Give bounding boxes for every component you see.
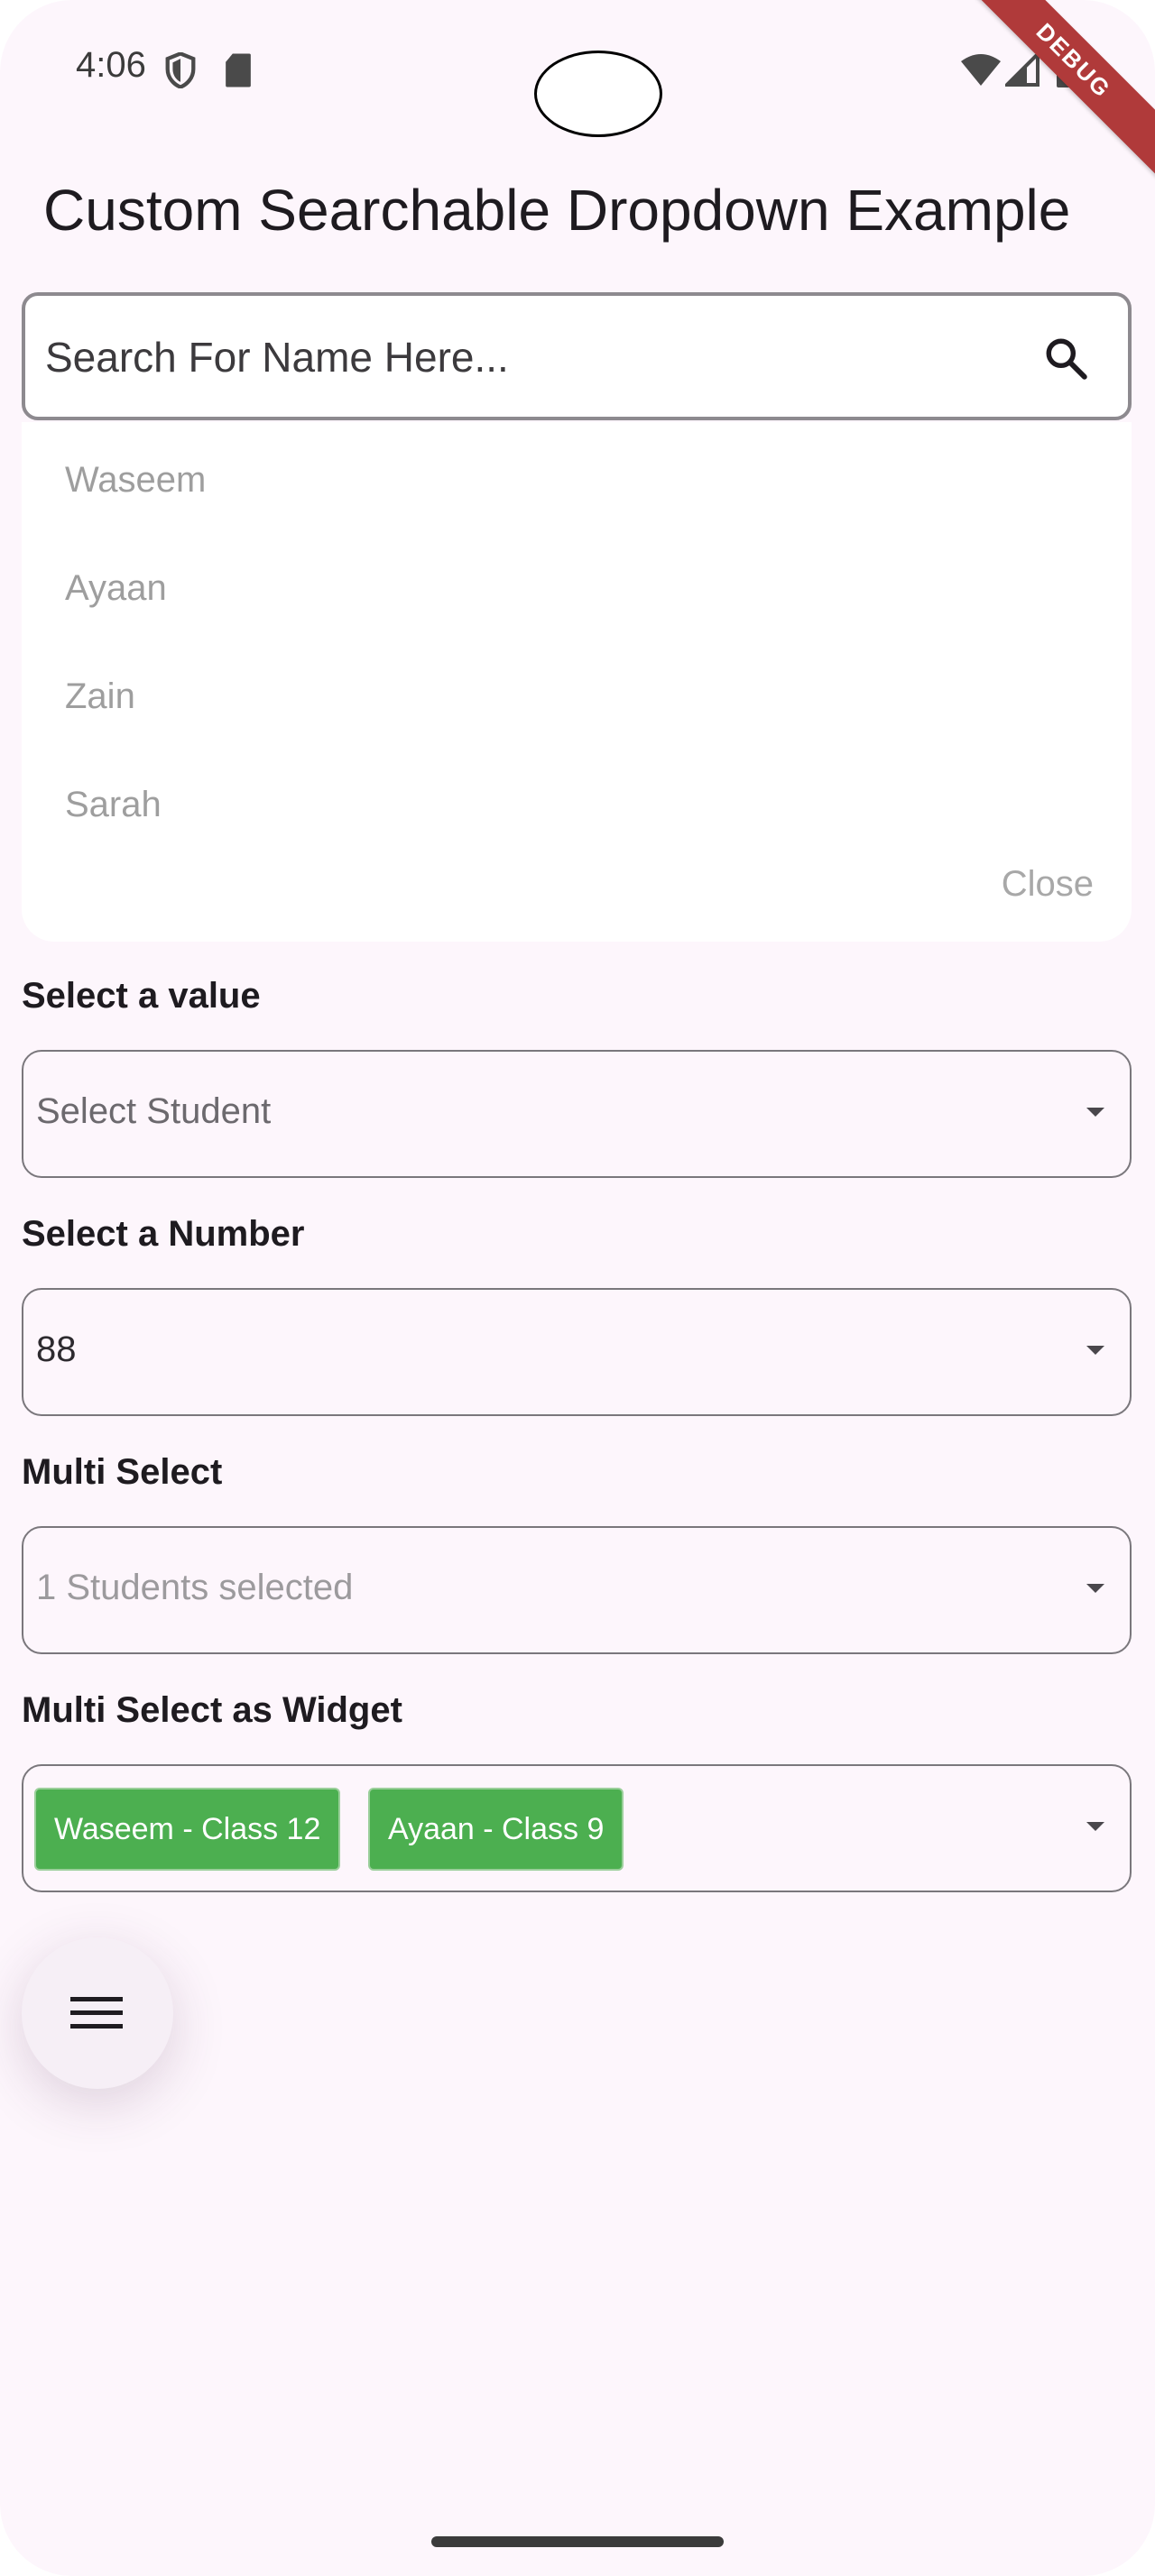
select-student-value: Select Student: [36, 1091, 272, 1131]
dropdown-item-waseem[interactable]: Waseem: [65, 460, 206, 501]
dropdown-item-sarah[interactable]: Sarah: [65, 785, 162, 825]
dropdown-item-zain[interactable]: Zain: [65, 676, 135, 717]
multi-select-widget-dropdown[interactable]: Waseem - Class 12 Ayaan - Class 9: [22, 1764, 1132, 1892]
wifi-icon: [961, 54, 1001, 86]
chevron-down-icon: [1086, 1346, 1104, 1355]
multi-select-value: 1 Students selected: [36, 1568, 354, 1607]
select-number-label: Select a Number: [22, 1214, 305, 1254]
chevron-down-icon: [1086, 1822, 1104, 1831]
page-title: Custom Searchable Dropdown Example: [43, 178, 1071, 243]
select-value-label: Select a value: [22, 976, 261, 1016]
shield-icon: [165, 52, 196, 88]
signal-icon: [1005, 52, 1040, 87]
select-number-value: 88: [36, 1329, 77, 1369]
status-bar: 4:06: [0, 0, 1155, 137]
close-button[interactable]: Close: [1002, 864, 1094, 905]
select-number-dropdown[interactable]: 88: [22, 1288, 1132, 1416]
sd-card-icon: [226, 53, 251, 87]
home-indicator[interactable]: [431, 2536, 724, 2547]
search-icon[interactable]: [1043, 336, 1088, 381]
dropdown-item-ayaan[interactable]: Ayaan: [65, 568, 167, 609]
app-screen: 4:06 DEBUG Custom Searchable Dropdown Ex…: [0, 0, 1155, 2576]
select-student-dropdown[interactable]: Select Student: [22, 1050, 1132, 1178]
multi-select-label: Multi Select: [22, 1452, 223, 1492]
menu-fab-button[interactable]: [22, 1937, 173, 2089]
menu-icon: [70, 1997, 123, 2029]
chip-waseem[interactable]: Waseem - Class 12: [34, 1788, 341, 1871]
front-camera: [534, 51, 662, 137]
status-time: 4:06: [76, 45, 146, 85]
multi-select-dropdown[interactable]: 1 Students selected: [22, 1526, 1132, 1654]
search-input[interactable]: [45, 312, 1002, 402]
multi-select-widget-label: Multi Select as Widget: [22, 1690, 402, 1730]
search-box[interactable]: [22, 292, 1132, 420]
chip-ayaan[interactable]: Ayaan - Class 9: [368, 1788, 624, 1871]
dropdown-suggestions: Waseem Ayaan Zain Sarah Close: [22, 422, 1132, 942]
chevron-down-icon: [1086, 1584, 1104, 1593]
chevron-down-icon: [1086, 1108, 1104, 1117]
